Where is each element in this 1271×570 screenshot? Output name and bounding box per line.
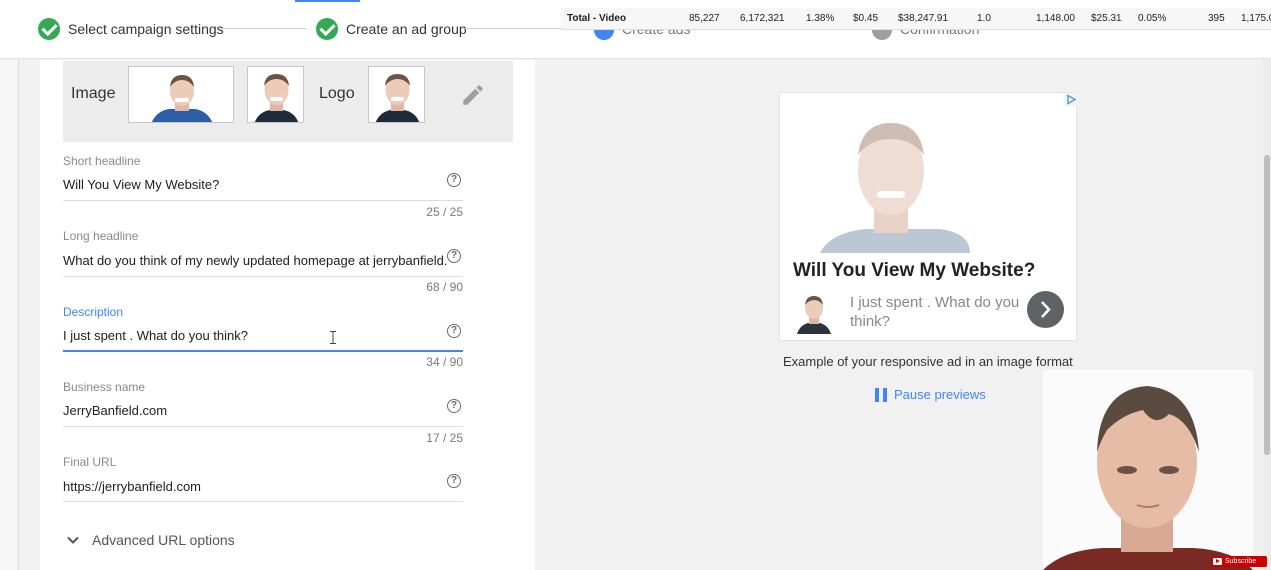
business-name-counter: 17 / 25 bbox=[426, 431, 463, 445]
webcam-overlay bbox=[1043, 370, 1253, 570]
image-label: Image bbox=[71, 85, 116, 102]
final-url-label: Final URL bbox=[63, 455, 117, 469]
adchoices-icon[interactable] bbox=[1064, 93, 1078, 106]
step-label: Select campaign settings bbox=[68, 21, 224, 37]
long-headline-label: Long headline bbox=[63, 229, 139, 243]
short-headline-underline bbox=[63, 200, 463, 201]
text-cursor-icon bbox=[330, 331, 336, 344]
ad-preview-caption: Example of your responsive ad in an imag… bbox=[783, 354, 1073, 369]
stat-value: $38,247.91 bbox=[898, 13, 949, 24]
square-image-thumbnail[interactable] bbox=[247, 66, 304, 123]
description-counter: 34 / 90 bbox=[426, 355, 463, 369]
description-input[interactable]: I just spent . What do you think? bbox=[63, 328, 248, 343]
help-icon[interactable]: ? bbox=[447, 324, 461, 338]
pause-previews-label: Pause previews bbox=[894, 387, 986, 402]
step-connector bbox=[220, 28, 306, 29]
stats-row-label: Total - Video bbox=[567, 13, 627, 24]
left-edge-panel bbox=[0, 60, 19, 570]
presenter-video bbox=[1043, 370, 1253, 570]
landscape-image-thumbnail[interactable] bbox=[128, 66, 234, 123]
final-url-input[interactable]: https://jerrybanfield.com bbox=[63, 479, 201, 494]
stat-value: 1.0 bbox=[977, 13, 991, 24]
check-icon bbox=[316, 18, 338, 40]
pause-icon bbox=[875, 387, 887, 402]
scrollbar-thumb[interactable] bbox=[1264, 155, 1270, 455]
short-headline-counter: 25 / 25 bbox=[426, 205, 463, 219]
step-connector bbox=[465, 28, 561, 29]
stat-value: 1,175.0 bbox=[1241, 13, 1271, 24]
portrait-photo bbox=[369, 67, 424, 122]
help-icon[interactable]: ? bbox=[447, 399, 461, 413]
portrait-photo bbox=[248, 67, 303, 122]
help-icon[interactable]: ? bbox=[447, 249, 461, 263]
ad-next-button[interactable] bbox=[1027, 291, 1064, 328]
stat-value: 395 bbox=[1208, 13, 1225, 24]
ad-preview-headline: Will You View My Website? bbox=[793, 260, 1036, 281]
video-stats-row: Total - Video 85,227 6,172,321 1.38% $0.… bbox=[561, 8, 1271, 30]
step-label: Create an ad group bbox=[346, 21, 467, 37]
subscribe-label: Subscribe bbox=[1225, 558, 1257, 565]
advanced-url-options-toggle[interactable]: Advanced URL options bbox=[66, 532, 235, 548]
description-label: Description bbox=[63, 305, 124, 319]
short-headline-input[interactable]: Will You View My Website? bbox=[63, 177, 219, 192]
business-name-input[interactable]: JerryBanfield.com bbox=[63, 403, 167, 418]
check-icon bbox=[38, 18, 60, 40]
description-underline bbox=[63, 350, 463, 352]
portrait-photo bbox=[793, 290, 835, 334]
long-headline-input[interactable]: What do you think of my newly updated ho… bbox=[63, 253, 447, 268]
step-select-campaign-settings[interactable]: Select campaign settings bbox=[38, 17, 224, 41]
ad-preview-description: I just spent . What do you think? bbox=[850, 294, 1020, 330]
business-name-underline bbox=[63, 426, 463, 427]
logo-thumbnail[interactable] bbox=[368, 66, 425, 123]
subscribe-button[interactable]: Subscribe bbox=[1211, 556, 1267, 567]
chevron-down-icon bbox=[67, 536, 79, 544]
stat-value: 1,148.00 bbox=[1036, 13, 1075, 24]
advanced-url-options-label: Advanced URL options bbox=[92, 532, 235, 548]
ad-preview-logo bbox=[793, 290, 835, 334]
ad-preview-image bbox=[780, 93, 1076, 253]
short-headline-label: Short headline bbox=[63, 154, 141, 168]
youtube-icon bbox=[1213, 558, 1222, 565]
stat-value: 1.38% bbox=[806, 13, 835, 24]
pause-previews-button[interactable]: Pause previews bbox=[875, 387, 986, 402]
long-headline-underline bbox=[63, 276, 463, 277]
stat-value: 0.05% bbox=[1138, 13, 1167, 24]
final-url-underline bbox=[63, 501, 463, 502]
active-tab-indicator bbox=[295, 0, 360, 2]
help-icon[interactable]: ? bbox=[447, 173, 461, 187]
logo-label: Logo bbox=[319, 85, 355, 102]
business-name-label: Business name bbox=[63, 380, 146, 394]
portrait-photo bbox=[129, 67, 233, 122]
stat-value: 6,172,321 bbox=[740, 13, 785, 24]
stat-value: 85,227 bbox=[689, 13, 720, 24]
pencil-icon[interactable] bbox=[460, 82, 486, 108]
long-headline-counter: 68 / 90 bbox=[426, 280, 463, 294]
stat-value: $25.31 bbox=[1091, 13, 1122, 24]
help-icon[interactable]: ? bbox=[447, 474, 461, 488]
stat-value: $0.45 bbox=[853, 13, 879, 24]
step-create-ad-group[interactable]: Create an ad group bbox=[316, 17, 467, 41]
chevron-right-icon bbox=[1041, 301, 1051, 318]
